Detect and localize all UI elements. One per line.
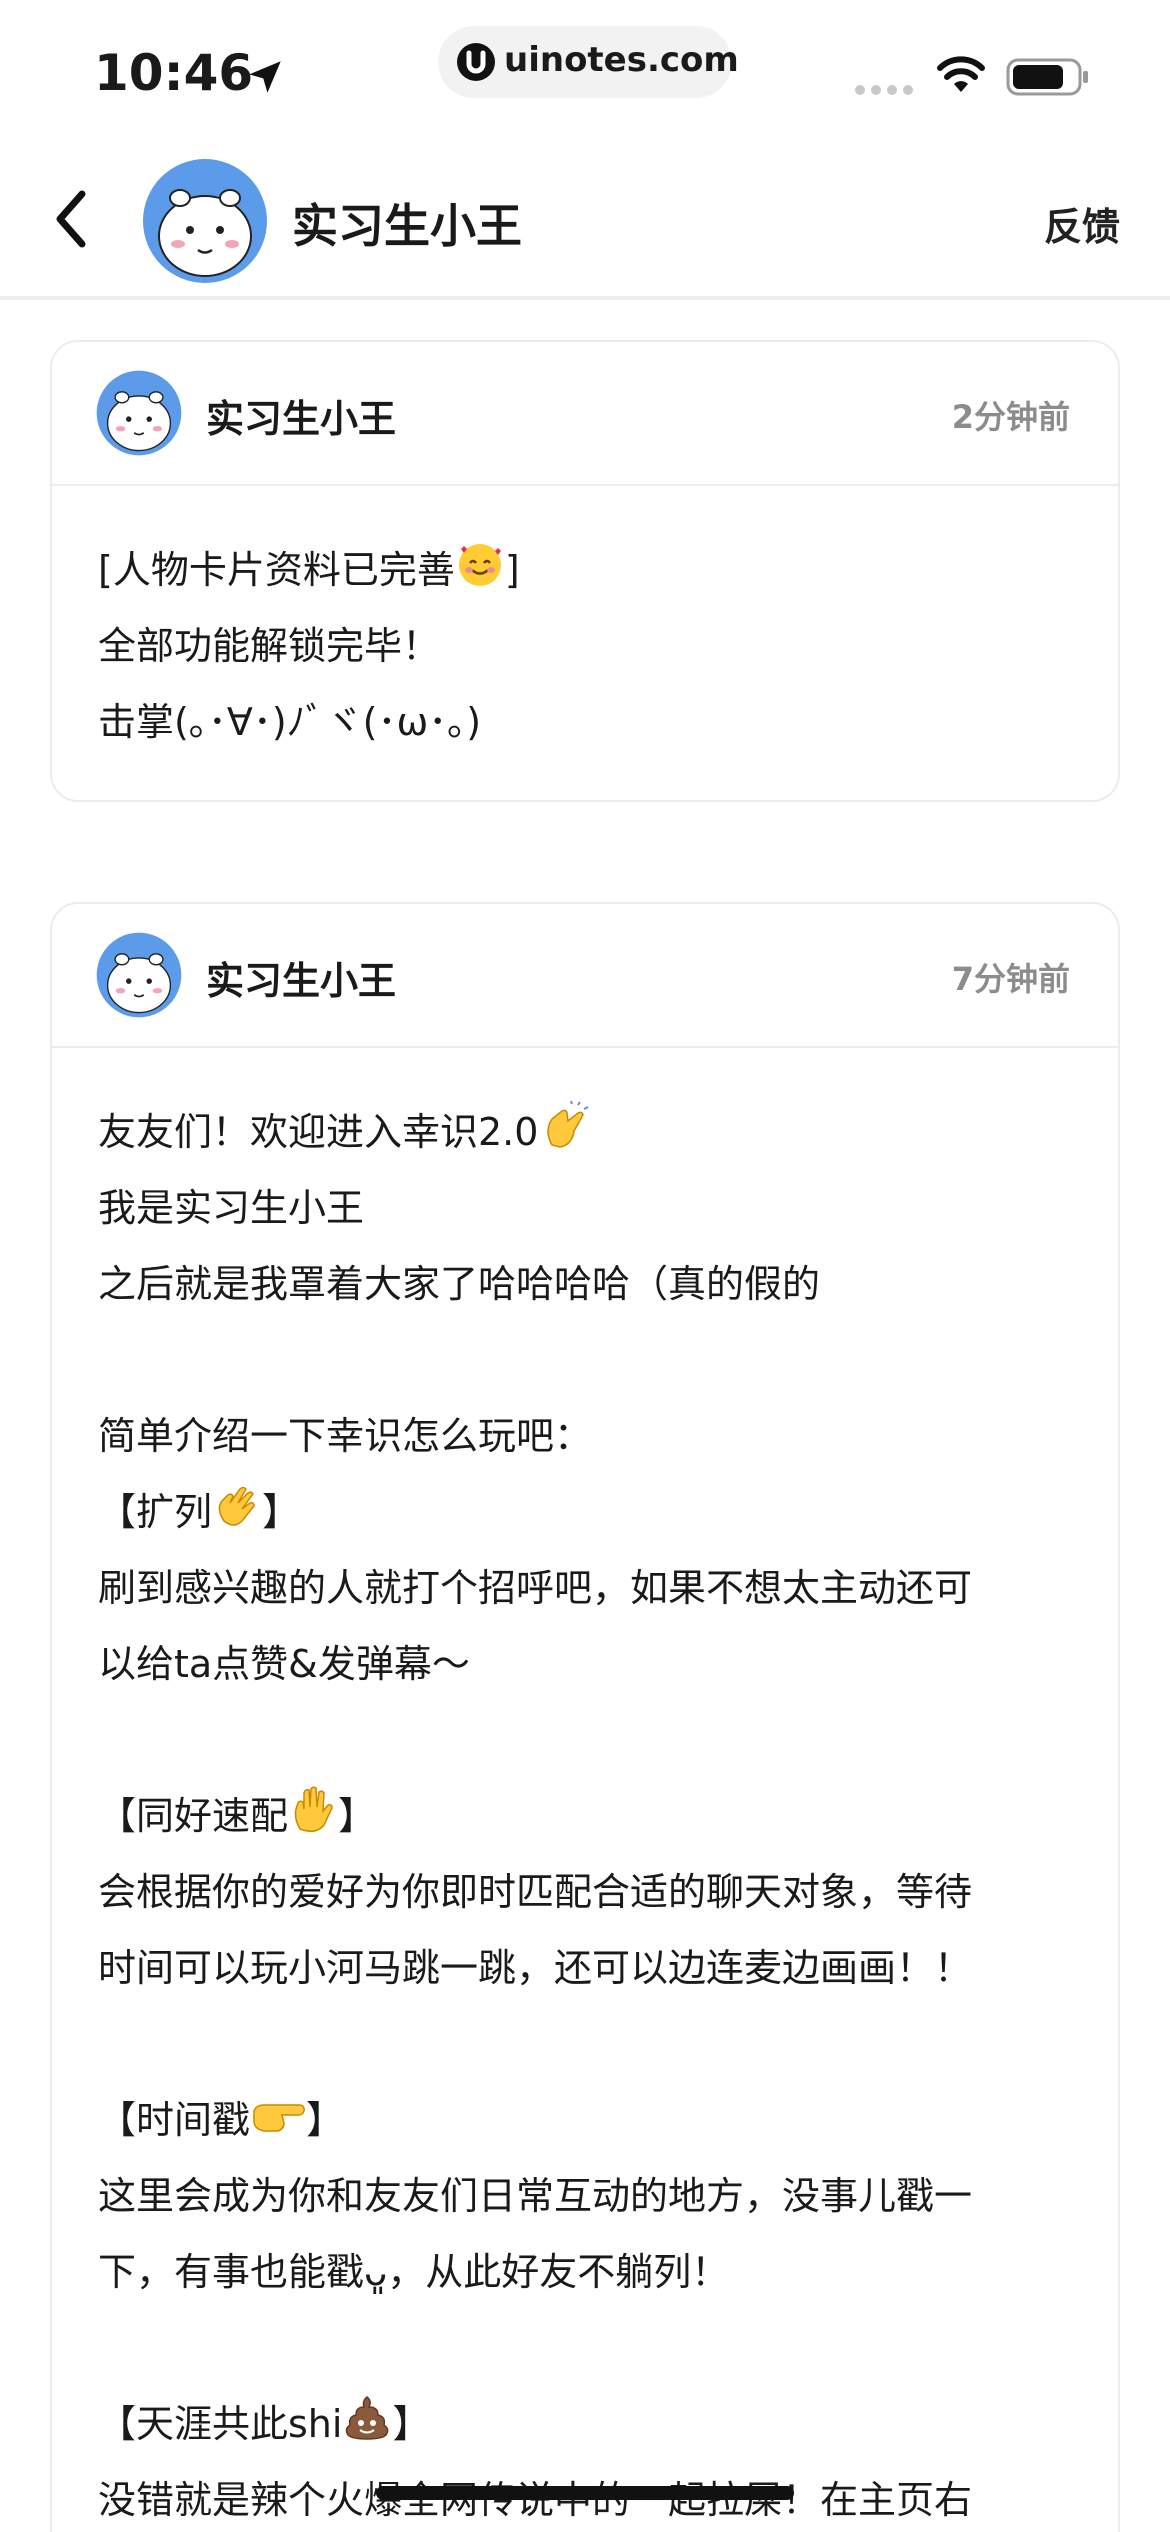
message-header: 实习生小王 2分钟前 bbox=[52, 342, 1118, 486]
message-text: 】 bbox=[392, 2402, 431, 2446]
message-text: 友友们！欢迎进入幸识2.0 bbox=[98, 1110, 539, 1154]
message-text: 】 bbox=[306, 2098, 345, 2142]
message-line: 时间可以玩小河马跳一跳，还可以边连麦边画画！！ bbox=[98, 1946, 973, 1990]
message-time: 7分钟前 bbox=[951, 960, 1070, 998]
clapping-hands-emoji bbox=[547, 1101, 589, 1148]
message-line: 【扩列 】 bbox=[98, 1474, 1074, 1550]
message-text: 】 bbox=[338, 1794, 377, 1838]
waving-hand-emoji bbox=[218, 1486, 255, 1526]
message-line: 以给ta点赞&发弹幕～ bbox=[98, 1642, 470, 1686]
status-time: 10:46 bbox=[94, 44, 254, 102]
avatar[interactable] bbox=[142, 158, 268, 284]
message-line: 之后就是我罩着大家了哈哈哈哈（真的假的 bbox=[98, 1262, 821, 1306]
chat-screen: 10:46 uinotes.com 实习生小王 反馈 实习生小王 2分钟前 [人… bbox=[0, 0, 1170, 2532]
message-text: 【时间戳 bbox=[98, 2098, 251, 2142]
message-text: 【天涯共此shi bbox=[98, 2402, 343, 2446]
site-logo-icon bbox=[457, 43, 495, 81]
home-indicator[interactable] bbox=[376, 2486, 794, 2500]
message-line: [人物卡片资料已完善 ] bbox=[98, 532, 1074, 608]
message-line: 简单介绍一下幸识怎么玩吧： bbox=[98, 1414, 593, 1458]
sender-avatar[interactable] bbox=[96, 370, 182, 456]
message-line: 【同好速配 】 bbox=[98, 1778, 1074, 1854]
message-line: 击掌(｡･∀･)ﾉﾞヾ(･ω･｡) bbox=[98, 700, 482, 744]
message-card: 实习生小王 7分钟前 友友们！欢迎进入幸识2.0 我是实习生小王 之后就是我罩着… bbox=[50, 902, 1120, 2532]
message-header: 实习生小王 7分钟前 bbox=[52, 904, 1118, 1048]
message-line: 下，有事也能戳ᴗ͈，从此好友不躺列！ bbox=[98, 2250, 730, 2294]
message-body: [人物卡片资料已完善 ] 全部功能解锁完毕！ 击掌(｡･∀･)ﾉﾞヾ(･ω･｡) bbox=[52, 486, 1118, 760]
message-line: 我是实习生小王 bbox=[98, 1186, 365, 1230]
nav-bar: 实习生小王 反馈 bbox=[0, 140, 1170, 300]
message-line: 刷到感兴趣的人就打个招呼吧，如果不想太主动还可 bbox=[98, 1566, 973, 1610]
page-title: 实习生小王 bbox=[292, 199, 522, 253]
pile-of-poo-emoji bbox=[346, 2396, 389, 2440]
message-text: 【同好速配 bbox=[98, 1794, 289, 1838]
message-text: [人物卡片资料已完善 bbox=[98, 548, 455, 592]
url-pill[interactable]: uinotes.com bbox=[438, 26, 739, 98]
message-line: 友友们！欢迎进入幸识2.0 bbox=[98, 1094, 1074, 1170]
message-time: 2分钟前 bbox=[951, 398, 1070, 436]
battery-icon bbox=[1006, 58, 1088, 96]
message-body: 友友们！欢迎进入幸识2.0 我是实习生小王 之后就是我罩着大家了哈哈哈哈（真的假… bbox=[52, 1048, 1118, 2532]
message-card: 实习生小王 2分钟前 [人物卡片资料已完善 ] 全部功能解锁完毕！ 击掌(｡･∀… bbox=[50, 340, 1120, 802]
url-text: uinotes.com bbox=[504, 40, 739, 80]
message-text: 【扩列 bbox=[98, 1490, 213, 1534]
sender-name: 实习生小王 bbox=[206, 959, 397, 1003]
message-line: 【时间戳 】 bbox=[98, 2082, 1074, 2158]
raised-hand-emoji bbox=[294, 1786, 333, 1832]
chevron-left-icon[interactable] bbox=[48, 186, 98, 252]
signal-icon bbox=[855, 85, 913, 95]
backhand-index-pointing-right-emoji bbox=[253, 2104, 305, 2132]
message-line: 会根据你的爱好为你即时匹配合适的聊天对象，等待 bbox=[98, 1870, 973, 1914]
wifi-icon bbox=[937, 56, 985, 92]
message-line: 【天涯共此shi 】 bbox=[98, 2386, 1074, 2462]
status-bar: 10:46 uinotes.com bbox=[0, 0, 1170, 140]
smiling-face-with-hearts-emoji bbox=[458, 544, 501, 586]
message-line: 全部功能解锁完毕！ bbox=[98, 624, 441, 668]
message-text: 】 bbox=[262, 1490, 301, 1534]
sender-name: 实习生小王 bbox=[206, 397, 397, 441]
message-line: 这里会成为你和友友们日常互动的地方，没事儿戳一 bbox=[98, 2174, 973, 2218]
message-text: ] bbox=[504, 548, 520, 592]
sender-avatar[interactable] bbox=[96, 932, 182, 1018]
location-arrow-icon bbox=[249, 61, 281, 93]
feedback-button[interactable]: 反馈 bbox=[1044, 196, 1120, 251]
